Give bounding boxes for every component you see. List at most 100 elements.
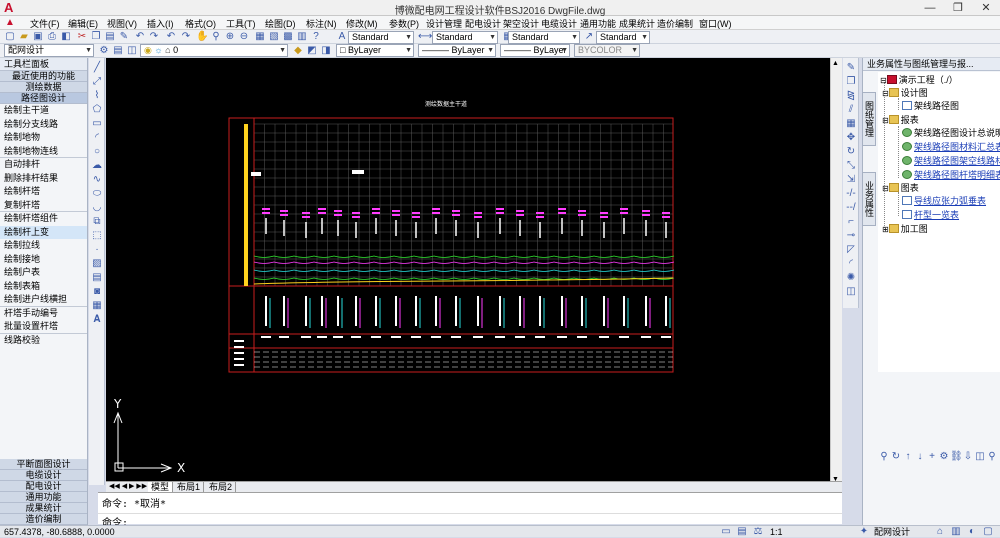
panel-section[interactable]: 测绘数据: [0, 82, 87, 93]
tool-item[interactable]: 自动排杆: [0, 158, 87, 172]
panel-section[interactable]: 平断面图设计: [0, 459, 87, 470]
table-icon[interactable]: ▦: [91, 300, 103, 312]
settings-icon[interactable]: ⚙: [98, 45, 110, 57]
tree-report-item[interactable]: 架线路径图材料汇总表: [902, 141, 1000, 153]
linetype-combo[interactable]: ——— ByLayer ▼: [418, 44, 496, 57]
open-icon[interactable]: ▰: [18, 31, 30, 43]
scroll-up-icon[interactable]: ▲: [832, 60, 839, 67]
collapse-icon[interactable]: ⊟: [880, 76, 887, 85]
menu-cable[interactable]: 电缆设计: [541, 17, 577, 30]
minimize-button[interactable]: —: [916, 0, 944, 16]
paste-icon[interactable]: ▤: [104, 31, 116, 43]
zoom-prev-icon[interactable]: ⊖: [238, 31, 250, 43]
tool-item[interactable]: 绘制进户线横担: [0, 293, 87, 307]
panel-section[interactable]: 路径图设计: [0, 93, 87, 104]
color-combo[interactable]: □ ByLayer ▼: [336, 44, 414, 57]
tree-report-item[interactable]: 架线路径图杆塔明细表: [902, 169, 1000, 181]
panel-section[interactable]: 通用功能: [0, 492, 87, 503]
hatch-icon[interactable]: ▨: [91, 258, 103, 270]
tree-folder-design[interactable]: ⊟ 设计图: [882, 87, 928, 100]
tool-item[interactable]: 绘制杆上变: [0, 225, 87, 239]
refresh-icon[interactable]: ↻: [890, 451, 902, 463]
panel-section[interactable]: 配电设计: [0, 481, 87, 492]
menu-params[interactable]: 参数(P): [389, 17, 419, 30]
collapse-icon[interactable]: ⊟: [882, 184, 889, 193]
text-style-icon[interactable]: A: [336, 31, 348, 43]
layout-icon[interactable]: ▤: [736, 526, 748, 538]
text-style-combo[interactable]: Standard ▼: [348, 31, 414, 44]
collapse-icon[interactable]: ⊟: [882, 89, 889, 98]
revcloud-icon[interactable]: ☁: [91, 160, 103, 172]
menu-window[interactable]: 窗口(W): [699, 17, 732, 30]
workspace-combo[interactable]: 配网设计 ▼: [4, 44, 94, 57]
tree-item-design[interactable]: 架线路径图: [902, 100, 959, 112]
panel-section[interactable]: 成果统计: [0, 503, 87, 514]
redo-icon[interactable]: ↷: [148, 31, 160, 43]
annotation-visibility-icon[interactable]: ✦: [858, 526, 870, 538]
tab-model[interactable]: 模型: [148, 482, 174, 492]
panel-section[interactable]: 电缆设计: [0, 470, 87, 481]
break-icon[interactable]: ⌐: [845, 216, 857, 228]
polygon-icon[interactable]: ⬠: [91, 104, 103, 116]
tree-chart-item[interactable]: 导线应张力弧垂表: [902, 195, 986, 207]
tool-item[interactable]: 复制杆塔: [0, 199, 87, 212]
up-icon[interactable]: ↑: [902, 451, 914, 463]
menu-format[interactable]: 格式(O): [185, 17, 216, 30]
menu-overhead[interactable]: 架空设计: [503, 17, 539, 30]
menu-edit[interactable]: 编辑(E): [68, 17, 98, 30]
draworder-icon[interactable]: ◫: [845, 286, 857, 298]
fullscreen-icon[interactable]: ▢: [982, 526, 994, 538]
tool-item[interactable]: 绘制接地: [0, 253, 87, 267]
tool-item[interactable]: 线路校验: [0, 334, 87, 348]
dim-style-icon[interactable]: ⟷: [418, 31, 432, 43]
chamfer-icon[interactable]: ◸: [845, 244, 857, 256]
menu-cost[interactable]: 造价编制: [657, 17, 693, 30]
app-menu-icon[interactable]: ▲: [4, 17, 16, 29]
trim-icon[interactable]: -/-: [845, 188, 857, 200]
lock-icon[interactable]: ⌂: [934, 526, 946, 538]
mirror-icon[interactable]: ⧎: [845, 90, 857, 102]
properties-icon[interactable]: ▦: [254, 31, 266, 43]
tree-folder-report[interactable]: ⊟ 报表: [882, 114, 919, 127]
mleader-style-icon[interactable]: ↗: [583, 31, 595, 43]
tab-layout2[interactable]: 布局2: [206, 482, 237, 492]
tree-root[interactable]: ⊟ 演示工程（./）: [880, 74, 958, 87]
preview-icon[interactable]: ◧: [60, 31, 72, 43]
zoom-window-icon[interactable]: ⊕: [224, 31, 236, 43]
layer-previous-icon[interactable]: ◩: [306, 45, 318, 57]
ellipse-arc-icon[interactable]: ◡: [91, 202, 103, 214]
redo-icon[interactable]: ↷: [180, 31, 192, 43]
match-icon[interactable]: ✎: [118, 31, 130, 43]
add-icon[interactable]: +: [926, 451, 938, 463]
zoom-icon[interactable]: ⚲: [210, 31, 222, 43]
menu-file[interactable]: 文件(F): [30, 17, 60, 30]
arc-icon[interactable]: ◜: [91, 132, 103, 144]
calc-icon[interactable]: ▥: [296, 31, 308, 43]
make-current-icon[interactable]: ◆: [292, 45, 304, 57]
dim-style-combo[interactable]: Standard ▼: [432, 31, 498, 44]
tree-folder-process[interactable]: ⊞ 加工图: [882, 223, 928, 236]
array-icon[interactable]: ▦: [845, 118, 857, 130]
menu-modify[interactable]: 修改(M): [346, 17, 378, 30]
restore-button[interactable]: ❐: [944, 0, 972, 16]
view-icon[interactable]: ◫: [974, 451, 986, 463]
scale-icon[interactable]: ⤡: [845, 160, 857, 172]
annotation-scale-icon[interactable]: ⚖: [752, 526, 764, 538]
tab-business-props[interactable]: 业务属性: [862, 172, 876, 226]
tool-item[interactable]: 绘制地物: [0, 131, 87, 145]
menu-draw[interactable]: 绘图(D): [265, 17, 296, 30]
layer-state-icon[interactable]: ◫: [126, 45, 138, 57]
ellipse-icon[interactable]: ⬭: [91, 188, 103, 200]
collapse-icon[interactable]: ⊞: [882, 225, 889, 234]
tree-report-item[interactable]: 架线路径图设计总说明: [902, 127, 1000, 139]
isolate-icon[interactable]: ◐: [966, 526, 978, 538]
menu-tools[interactable]: 工具(T): [226, 17, 256, 30]
print-icon[interactable]: ⎙: [46, 31, 58, 43]
layer-walk-icon[interactable]: ◨: [320, 45, 332, 57]
point-icon[interactable]: ·: [91, 244, 103, 256]
table-style-combo[interactable]: Standard ▼: [508, 31, 580, 44]
undo-icon[interactable]: ↶: [165, 31, 177, 43]
offset-icon[interactable]: ⫽: [845, 104, 857, 116]
workspace-status[interactable]: 配网设计: [874, 526, 910, 538]
close-button[interactable]: ✕: [972, 0, 1000, 16]
